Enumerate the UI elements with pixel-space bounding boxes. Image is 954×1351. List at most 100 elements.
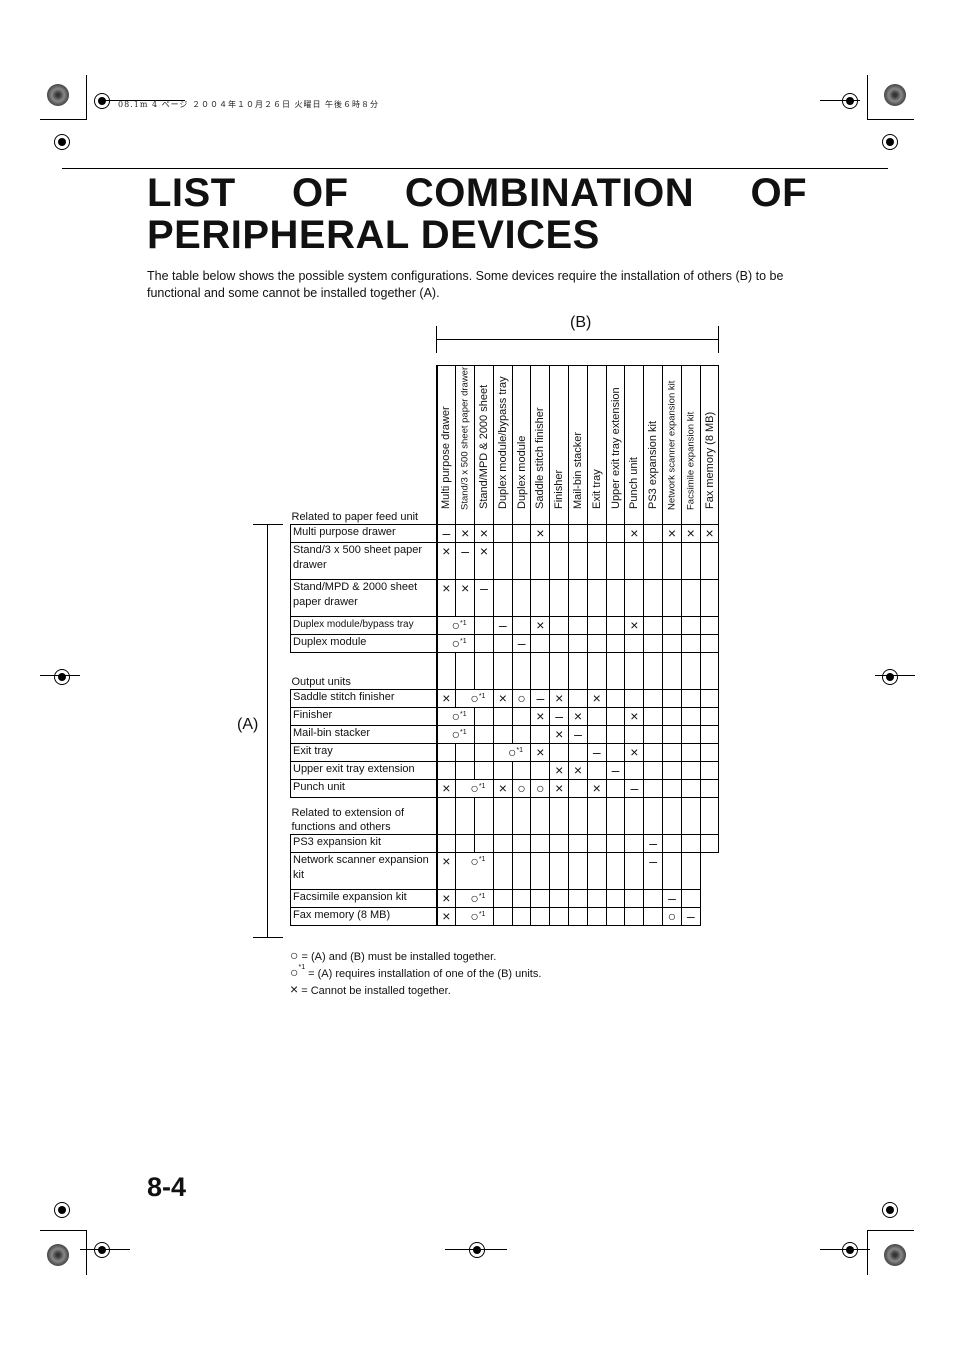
matrix-cell <box>586 761 607 780</box>
empty-cell <box>492 652 513 690</box>
matrix-cell <box>699 834 720 853</box>
matrix-cell <box>492 889 513 908</box>
column-header-label: Punch unit <box>628 457 641 509</box>
matrix-cell <box>680 852 701 890</box>
matrix-cell <box>455 743 476 762</box>
matrix-cell <box>680 707 701 726</box>
matrix-cell <box>492 834 513 853</box>
empty-cell <box>605 652 626 690</box>
matrix-cell: × <box>530 707 551 726</box>
matrix-cell <box>568 616 588 635</box>
matrix-cell <box>699 634 720 653</box>
matrix-cell <box>680 779 701 798</box>
empty-cell <box>624 797 645 835</box>
matrix-cell <box>624 852 645 890</box>
matrix-cell <box>455 834 476 853</box>
matrix-cell <box>568 852 588 890</box>
matrix-cell <box>586 889 607 908</box>
registration-mark-icon <box>94 1242 110 1258</box>
matrix-cell <box>643 779 664 798</box>
matrix-cell <box>680 743 701 762</box>
matrix-cell <box>530 761 551 780</box>
matrix-cell <box>699 579 720 617</box>
column-header: Mail-bin stacker <box>568 365 588 525</box>
matrix-cell: × <box>435 907 457 926</box>
matrix-cell: – <box>492 616 513 635</box>
table-row: Fax memory (8 MB) × ○ *1 ○ – <box>290 907 719 926</box>
empty-cell <box>474 797 494 835</box>
matrix-cell <box>568 743 588 762</box>
matrix-cell <box>568 779 588 798</box>
circle-symbol: ○ <box>470 690 479 706</box>
matrix-cell: × <box>455 524 476 543</box>
column-header-label: Facsimile expansion kit <box>685 411 697 510</box>
matrix-cell <box>530 889 551 908</box>
matrix-cell <box>586 707 607 726</box>
matrix-cell <box>474 743 494 762</box>
row-label: Mail-bin stacker <box>290 725 438 744</box>
column-header-label: Duplex module/bypass tray <box>496 376 509 509</box>
table-row: Stand/3 x 500 sheet paper drawer × – × <box>290 542 720 580</box>
matrix-cell <box>530 634 551 653</box>
circle-symbol: ○ <box>470 890 479 906</box>
print-header: 08.1m 4 ページ ２００４年１０月２６日 火曜日 午後６時８分 <box>118 100 380 109</box>
column-header: Upper exit tray extension <box>605 365 626 525</box>
matrix-cell: × <box>530 524 551 543</box>
matrix-cell: – <box>511 634 532 653</box>
table-row: Network scanner expansion kit × ○ *1– <box>290 852 719 890</box>
empty-cell <box>511 797 532 835</box>
matrix-cell <box>662 689 682 708</box>
circle-symbol: ○ <box>451 617 461 633</box>
footnote-mark: *1 <box>478 893 486 900</box>
section-label: Output units <box>290 652 438 690</box>
empty-cell <box>605 797 626 835</box>
legend-text: = Cannot be installed together. <box>301 985 451 997</box>
matrix-cell: ○ <box>662 907 682 926</box>
registration-mark-icon <box>882 1202 898 1218</box>
matrix-cell <box>549 579 570 617</box>
matrix-cell: × <box>492 779 513 798</box>
registration-mark-icon <box>469 1242 485 1258</box>
matrix-cell: × <box>474 524 494 543</box>
matrix-cell: × <box>624 707 645 726</box>
footnote-mark: *1 <box>460 729 467 736</box>
matrix-cell <box>568 689 588 708</box>
matrix-cell <box>624 689 645 708</box>
matrix-cell: × <box>699 524 720 543</box>
matrix-cell <box>662 852 682 890</box>
table-row: Saddle stitch finisher × ○ *1 × ○ – × × <box>290 689 720 708</box>
matrix-cell <box>435 761 457 780</box>
matrix-cell <box>680 689 701 708</box>
matrix-cell: × <box>435 852 457 890</box>
matrix-cell <box>530 725 551 744</box>
matrix-cell: × <box>586 779 607 798</box>
matrix-cell <box>699 542 720 580</box>
matrix-cell <box>530 907 551 926</box>
empty-cell <box>492 797 513 835</box>
matrix-cell <box>530 542 551 580</box>
matrix-cell <box>549 743 570 762</box>
matrix-cell <box>605 524 626 543</box>
column-header-label: Finisher <box>553 469 566 509</box>
matrix-cell <box>624 834 645 853</box>
table-row: Stand/MPD & 2000 sheet paper drawer × × – <box>290 579 720 617</box>
table-row: Facsimile expansion kit × ○ *1– <box>290 889 719 908</box>
matrix-cell: ○ <box>511 689 532 708</box>
matrix-cell: ○ *1 <box>435 634 476 653</box>
matrix-cell: ○ *1 <box>435 707 476 726</box>
empty-cell <box>680 652 701 690</box>
header-rule <box>62 168 888 169</box>
matrix-cell <box>511 761 532 780</box>
matrix-cell <box>549 524 570 543</box>
column-header: Multi purpose drawer <box>435 365 457 525</box>
section-row: Related to extension of functions and ot… <box>290 797 720 835</box>
footnote-mark: *1 <box>478 693 486 700</box>
matrix-cell <box>643 579 664 617</box>
column-header: PS3 expansion kit <box>643 365 664 525</box>
matrix-cell: ○ *1 <box>455 779 494 798</box>
matrix-cell: × <box>474 542 494 580</box>
column-header: Facsimile expansion kit <box>680 365 701 525</box>
empty-cell <box>530 652 551 690</box>
matrix-cell <box>605 689 626 708</box>
column-header: Duplex module <box>511 365 532 525</box>
